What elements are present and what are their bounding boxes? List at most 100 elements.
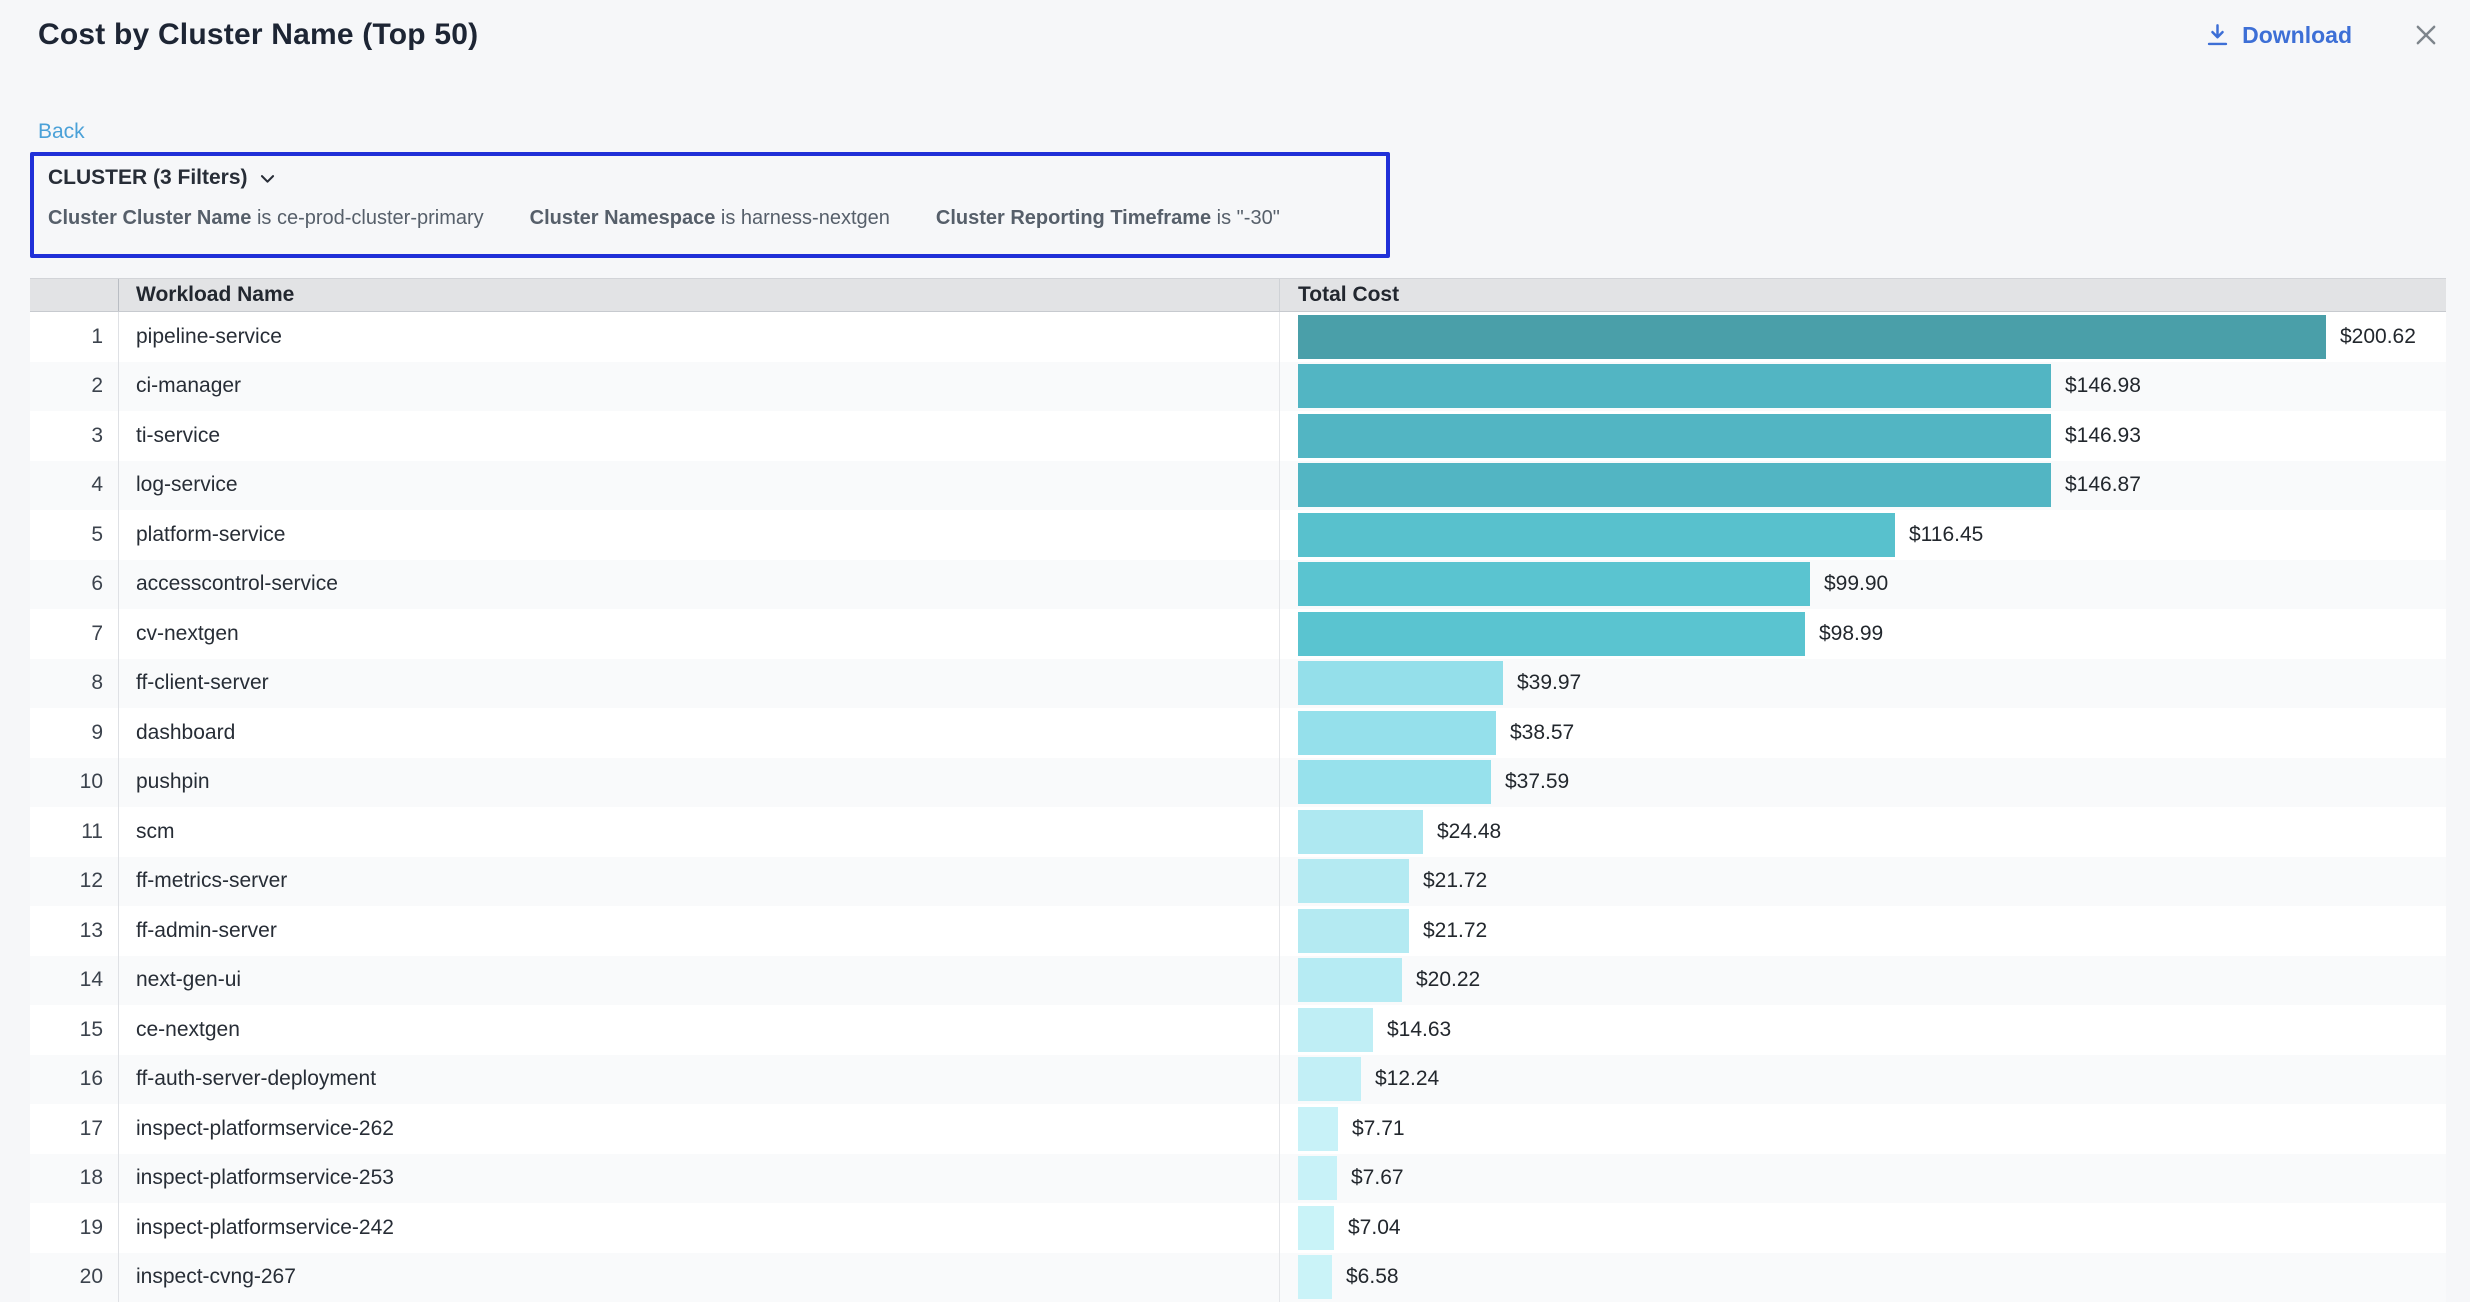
workload-name-cell: pushpin: [119, 758, 1279, 808]
rank-cell: 16: [30, 1055, 119, 1105]
chevron-down-icon: [258, 169, 277, 188]
total-cost-cell: $38.57: [1279, 708, 2446, 758]
filter-item[interactable]: Cluster Cluster Name is ce-prod-cluster-…: [48, 207, 484, 230]
total-cost-cell: $116.45: [1279, 510, 2446, 560]
cost-bar: [1298, 958, 1402, 1002]
table-row: 4log-service $146.87: [30, 461, 2446, 511]
table-row: 20inspect-cvng-267$6.58: [30, 1253, 2446, 1302]
table-header-row: Workload Name Total Cost: [30, 278, 2446, 312]
cost-value-label: $14.63: [1387, 1018, 1451, 1042]
cost-value-label: $7.71: [1352, 1117, 1405, 1141]
total-cost-cell: $7.67: [1279, 1154, 2446, 1204]
cost-value-label: $200.62: [2340, 325, 2416, 349]
total-cost-column-header: Total Cost: [1279, 279, 2446, 311]
rank-cell: 4: [30, 461, 119, 511]
cost-value-label: $21.72: [1423, 919, 1487, 943]
table-row: 10pushpin $37.59: [30, 758, 2446, 808]
rank-cell: 12: [30, 857, 119, 907]
cost-value-label: $146.98: [2065, 374, 2141, 398]
rank-cell: 18: [30, 1154, 119, 1204]
filter-list: Cluster Cluster Name is ce-prod-cluster-…: [48, 207, 1386, 230]
workload-name-cell: ff-auth-server-deployment: [119, 1055, 1279, 1105]
table-row: 2ci-manager$146.98: [30, 362, 2446, 412]
total-cost-cell: $98.99: [1279, 609, 2446, 659]
table-row: 18inspect-platformservice-253$7.67: [30, 1154, 2446, 1204]
cost-bar: [1298, 711, 1496, 755]
table-row: 6accesscontrol-service $99.90: [30, 560, 2446, 610]
total-cost-cell: $21.72: [1279, 857, 2446, 907]
total-cost-cell: $200.62: [1279, 312, 2446, 362]
dialog-header: Cost by Cluster Name (Top 50) Download: [38, 18, 2440, 52]
cost-value-label: $6.58: [1346, 1265, 1399, 1289]
cost-bar: [1298, 859, 1409, 903]
rank-cell: 11: [30, 807, 119, 857]
workload-name-cell: platform-service: [119, 510, 1279, 560]
cost-value-label: $12.24: [1375, 1067, 1439, 1091]
workload-name-cell: ff-client-server: [119, 659, 1279, 709]
rank-cell: 15: [30, 1005, 119, 1055]
table-row: 12ff-metrics-server$21.72: [30, 857, 2446, 907]
download-icon: [2204, 22, 2231, 49]
close-icon: [2412, 21, 2440, 49]
cost-value-label: $20.22: [1416, 968, 1480, 992]
header-actions: Download: [2204, 21, 2440, 49]
workload-name-cell: cv-nextgen: [119, 609, 1279, 659]
cost-bar: [1298, 1057, 1361, 1101]
filter-panel-toggle[interactable]: CLUSTER (3 Filters): [48, 166, 277, 190]
cost-bar: [1298, 364, 2051, 408]
total-cost-cell: $12.24: [1279, 1055, 2446, 1105]
rank-cell: 10: [30, 758, 119, 808]
cost-bar: [1298, 760, 1491, 804]
total-cost-cell: $39.97: [1279, 659, 2446, 709]
table-row: 14next-gen-ui$20.22: [30, 956, 2446, 1006]
cost-value-label: $99.90: [1824, 572, 1888, 596]
workload-name-cell: accesscontrol-service: [119, 560, 1279, 610]
cost-bar: [1298, 463, 2051, 507]
filter-item[interactable]: Cluster Namespace is harness-nextgen: [530, 207, 890, 230]
cost-value-label: $39.97: [1517, 671, 1581, 695]
total-cost-cell: $146.87: [1279, 461, 2446, 511]
cost-value-label: $37.59: [1505, 770, 1569, 794]
total-cost-cell: $146.98: [1279, 362, 2446, 412]
rank-cell: 7: [30, 609, 119, 659]
workload-name-cell: ff-metrics-server: [119, 857, 1279, 907]
back-link[interactable]: Back: [38, 120, 85, 144]
cost-value-label: $146.87: [2065, 473, 2141, 497]
total-cost-cell: $146.93: [1279, 411, 2446, 461]
table-body: 1pipeline-service$200.622ci-manager$146.…: [30, 312, 2446, 1302]
page-title: Cost by Cluster Name (Top 50): [38, 18, 478, 52]
cost-table: Workload Name Total Cost 1pipeline-servi…: [30, 278, 2446, 1302]
workload-name-column-header: Workload Name: [119, 279, 1279, 311]
cost-value-label: $98.99: [1819, 622, 1883, 646]
rank-cell: 17: [30, 1104, 119, 1154]
workload-name-cell: inspect-platformservice-262: [119, 1104, 1279, 1154]
cost-value-label: $24.48: [1437, 820, 1501, 844]
filter-condition: is harness-nextgen: [715, 207, 890, 229]
filter-field: Cluster Namespace: [530, 207, 716, 229]
table-row: 3ti-service$146.93: [30, 411, 2446, 461]
cost-value-label: $7.04: [1348, 1216, 1401, 1240]
total-cost-cell: $7.71: [1279, 1104, 2446, 1154]
close-button[interactable]: [2412, 21, 2440, 49]
table-row: 8ff-client-server$39.97: [30, 659, 2446, 709]
rank-cell: 9: [30, 708, 119, 758]
workload-name-cell: ti-service: [119, 411, 1279, 461]
workload-name-cell: dashboard: [119, 708, 1279, 758]
filter-item[interactable]: Cluster Reporting Timeframe is "-30": [936, 207, 1280, 230]
total-cost-cell: $14.63: [1279, 1005, 2446, 1055]
table-row: 1pipeline-service$200.62: [30, 312, 2446, 362]
table-row: 15ce-nextgen$14.63: [30, 1005, 2446, 1055]
total-cost-cell: $21.72: [1279, 906, 2446, 956]
total-cost-cell: $99.90: [1279, 560, 2446, 610]
rank-cell: 6: [30, 560, 119, 610]
cost-value-label: $38.57: [1510, 721, 1574, 745]
cost-bar: [1298, 1008, 1373, 1052]
workload-name-cell: next-gen-ui: [119, 956, 1279, 1006]
workload-name-cell: log-service: [119, 461, 1279, 511]
table-row: 13ff-admin-server$21.72: [30, 906, 2446, 956]
workload-name-cell: inspect-platformservice-253: [119, 1154, 1279, 1204]
download-button[interactable]: Download: [2204, 22, 2352, 49]
table-row: 16ff-auth-server-deployment $12.24: [30, 1055, 2446, 1105]
rank-cell: 5: [30, 510, 119, 560]
filter-field: Cluster Reporting Timeframe: [936, 207, 1211, 229]
